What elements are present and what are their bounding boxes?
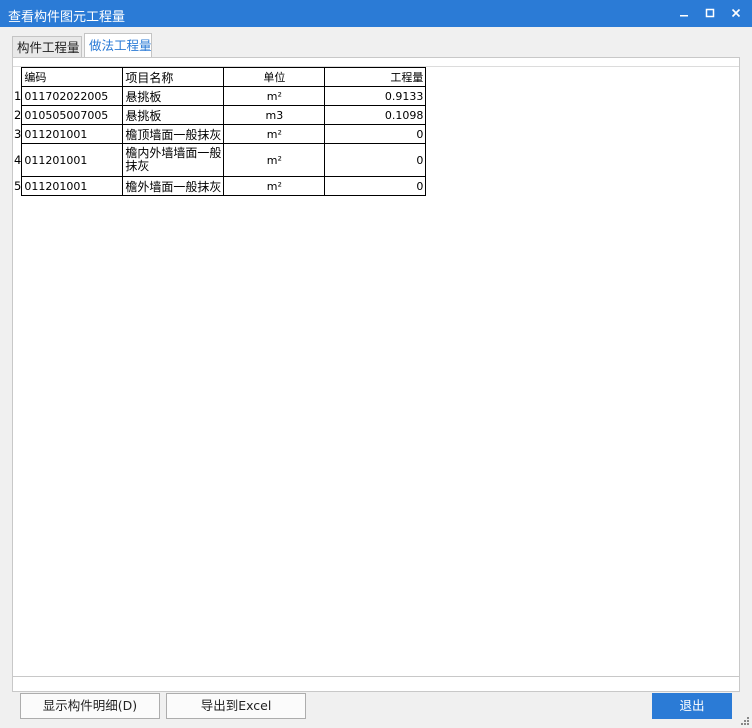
quantity-table: 编码 项目名称 单位 工程量 1 011702022005 悬挑板 m² 0.9… xyxy=(14,67,427,196)
row-number: 2 xyxy=(14,108,22,122)
window-title: 查看构件图元工程量 xyxy=(8,10,126,25)
table-row[interactable]: 1 011702022005 悬挑板 m² 0.9133 xyxy=(14,86,427,106)
row-number: 4 xyxy=(14,153,22,167)
tab-method-quantity[interactable]: 做法工程量 xyxy=(84,33,152,58)
cell-unit[interactable]: m² xyxy=(223,176,326,196)
row-number-header xyxy=(14,68,22,87)
cell-code[interactable]: 011201001 xyxy=(21,143,124,177)
maximize-button[interactable] xyxy=(700,4,720,22)
column-header-name[interactable]: 项目名称 xyxy=(122,67,225,87)
minimize-icon xyxy=(680,15,688,17)
table-header-row: 编码 项目名称 单位 工程量 xyxy=(14,67,427,87)
row-number: 1 xyxy=(14,89,22,103)
column-header-unit[interactable]: 单位 xyxy=(223,67,326,87)
row-number: 5 xyxy=(14,179,22,193)
cell-code[interactable]: 011201001 xyxy=(21,124,124,144)
close-icon xyxy=(731,8,741,18)
cell-name[interactable]: 悬挑板 xyxy=(122,105,225,125)
tab-component-quantity[interactable]: 构件工程量 xyxy=(12,36,82,58)
cell-unit[interactable]: m² xyxy=(223,124,326,144)
table-row[interactable]: 3 011201001 檐顶墙面一般抹灰 m² 0 xyxy=(14,124,427,144)
title-bar: 查看构件图元工程量 xyxy=(0,0,752,27)
cell-code[interactable]: 011702022005 xyxy=(21,86,124,106)
cell-quantity[interactable]: 0.1098 xyxy=(324,105,427,125)
row-number: 3 xyxy=(14,127,22,141)
top-scrollbar[interactable] xyxy=(13,58,739,67)
cell-code[interactable]: 010505007005 xyxy=(21,105,124,125)
cell-name[interactable]: 檐外墙面一般抹灰 xyxy=(122,176,225,196)
column-header-quantity[interactable]: 工程量 xyxy=(324,67,427,87)
minimize-button[interactable] xyxy=(674,4,694,22)
cell-code[interactable]: 011201001 xyxy=(21,176,124,196)
close-button[interactable] xyxy=(726,4,746,22)
maximize-icon xyxy=(705,8,715,18)
cell-quantity[interactable]: 0 xyxy=(324,124,427,144)
cell-quantity[interactable]: 0.9133 xyxy=(324,86,427,106)
cell-unit[interactable]: m² xyxy=(223,86,326,106)
cell-name[interactable]: 檐顶墙面一般抹灰 xyxy=(122,124,225,144)
cell-quantity[interactable]: 0 xyxy=(324,143,427,177)
table-row[interactable]: 5 011201001 檐外墙面一般抹灰 m² 0 xyxy=(14,176,427,196)
resize-grip-icon[interactable] xyxy=(740,716,750,726)
table-row[interactable]: 2 010505007005 悬挑板 m3 0.1098 xyxy=(14,105,427,125)
quantity-panel: 编码 项目名称 单位 工程量 1 011702022005 悬挑板 m² 0.9… xyxy=(12,57,740,677)
column-header-code[interactable]: 编码 xyxy=(21,67,124,87)
cell-name[interactable]: 檐内外墙墙面一般抹灰 xyxy=(122,143,225,177)
bottom-scrollbar[interactable] xyxy=(12,677,740,692)
export-excel-button[interactable]: 导出到Excel xyxy=(166,693,306,719)
cell-unit[interactable]: m3 xyxy=(223,105,326,125)
exit-button[interactable]: 退出 xyxy=(652,693,732,719)
table-row[interactable]: 4 011201001 檐内外墙墙面一般抹灰 m² 0 xyxy=(14,143,427,177)
cell-quantity[interactable]: 0 xyxy=(324,176,427,196)
cell-name[interactable]: 悬挑板 xyxy=(122,86,225,106)
cell-unit[interactable]: m² xyxy=(223,143,326,177)
show-component-detail-button[interactable]: 显示构件明细(D) xyxy=(20,693,160,719)
